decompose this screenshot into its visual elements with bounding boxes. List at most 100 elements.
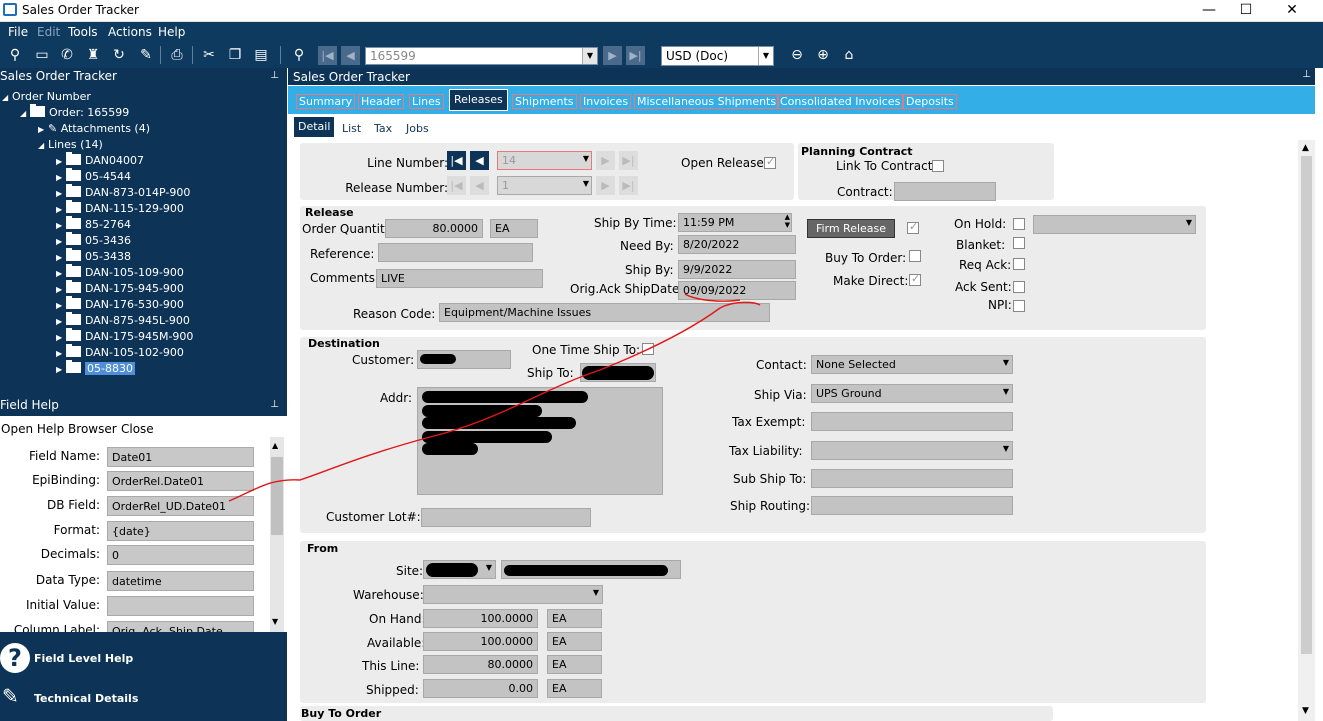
ship-by-field[interactable]: 9/9/2022 xyxy=(678,260,796,279)
menu-actions[interactable]: Actions xyxy=(108,25,152,39)
reference-field[interactable] xyxy=(378,243,533,262)
tree-line-item[interactable]: ▶ DAN-175-945M-900 xyxy=(56,328,193,343)
comments-field[interactable]: LIVE xyxy=(376,269,543,288)
prev-record-button[interactable]: ◀ xyxy=(341,46,360,65)
pin-icon[interactable]: ⊥ xyxy=(270,70,279,81)
subtab-jobs[interactable]: Jobs xyxy=(406,122,429,135)
cut-icon[interactable]: ✂ xyxy=(200,46,218,64)
last-record-button[interactable]: ▶| xyxy=(626,46,645,65)
make-direct-checkbox[interactable] xyxy=(909,272,921,286)
tab-summary[interactable]: Summary xyxy=(296,94,356,109)
available-field[interactable]: 100.0000 xyxy=(423,632,538,651)
tree-order[interactable]: ◢ Order: 165599 xyxy=(20,104,129,119)
next-release-button[interactable]: ▶ xyxy=(596,176,615,195)
close-help-link[interactable]: Close xyxy=(121,422,154,436)
main-scrollbar[interactable]: ▲ ▼ xyxy=(1298,140,1315,721)
clear-icon[interactable]: ✎ xyxy=(137,46,155,64)
ship-via-combo[interactable]: UPS Ground ▼ xyxy=(811,384,1013,403)
on-hand-field[interactable]: 100.0000 xyxy=(423,609,538,628)
subtab-list[interactable]: List xyxy=(342,122,361,135)
req-ack-checkbox[interactable] xyxy=(1013,258,1025,270)
field-help-scrollbar[interactable]: ▲ ▼ xyxy=(270,437,284,632)
copy-icon[interactable]: ❐ xyxy=(226,46,244,64)
tree-line-item[interactable]: ▶ DAN-105-109-900 xyxy=(56,264,184,279)
tab-releases[interactable]: Releases xyxy=(449,89,508,111)
tree-line-item[interactable]: ▶ 05-4544 xyxy=(56,168,131,183)
this-line-field[interactable]: 80.0000 xyxy=(423,655,538,674)
sub-ship-to-field[interactable] xyxy=(811,469,1013,488)
home-icon[interactable]: ⌂ xyxy=(840,46,858,64)
ack-sent-checkbox[interactable] xyxy=(1013,281,1025,293)
menu-tools[interactable]: Tools xyxy=(68,25,98,39)
tree-line-item[interactable]: ▶ DAN-176-530-900 xyxy=(56,296,184,311)
tree-line-item[interactable]: ▶ 05-3438 xyxy=(56,248,131,263)
next-record-button[interactable]: ▶ xyxy=(603,46,622,65)
chevron-down-icon[interactable]: ▼ xyxy=(758,47,773,65)
binoculars-search-icon[interactable]: ⚲ xyxy=(290,46,308,64)
field-level-help-link[interactable]: Field Level Help xyxy=(34,652,133,665)
tab-consolidated-invoices[interactable]: Consolidated Invoices xyxy=(777,94,904,109)
open-help-browser-link[interactable]: Open Help Browser xyxy=(1,422,117,436)
tree-lines[interactable]: ◢ Lines (14) xyxy=(38,138,103,151)
first-release-button[interactable]: |◀ xyxy=(447,176,466,195)
subtab-tax[interactable]: Tax xyxy=(374,122,392,135)
tab-header[interactable]: Header xyxy=(358,94,405,109)
currency-combo[interactable]: USD (Doc) ▼ xyxy=(661,46,774,66)
tree-root[interactable]: ◢ Order Number xyxy=(2,90,91,103)
maximize-button[interactable]: ☐ xyxy=(1223,0,1269,22)
delete-icon[interactable]: ♜ xyxy=(84,46,102,64)
firm-release-checkbox[interactable] xyxy=(907,220,919,234)
ship-routing-field[interactable] xyxy=(811,496,1013,515)
last-line-button[interactable]: ▶| xyxy=(619,151,638,170)
tax-exempt-field[interactable] xyxy=(811,412,1013,431)
one-time-ship-to-checkbox[interactable] xyxy=(642,343,654,355)
technical-details-link[interactable]: Technical Details xyxy=(34,692,138,705)
on-hand-uom[interactable]: EA xyxy=(547,609,602,628)
tree-line-item[interactable]: ▶ DAN-873-014P-900 xyxy=(56,184,190,199)
customer-lot-field[interactable] xyxy=(421,508,591,527)
buy-to-order-checkbox[interactable] xyxy=(909,250,921,262)
prev-line-button[interactable]: ◀ xyxy=(470,151,489,170)
tree-line-item[interactable]: ▶ DAN-105-102-900 xyxy=(56,344,184,359)
order-uom-field[interactable]: EA xyxy=(490,219,538,238)
first-record-button[interactable]: |◀ xyxy=(318,46,337,65)
tree-line-item-selected[interactable]: ▶ 05-8830 xyxy=(56,360,135,375)
menu-edit[interactable]: Edit xyxy=(37,25,60,39)
on-hold-checkbox[interactable] xyxy=(1013,218,1025,230)
tab-lines[interactable]: Lines xyxy=(409,94,444,109)
tax-liability-combo[interactable]: ▼ xyxy=(811,441,1013,460)
order-combo[interactable]: 165599 ▼ xyxy=(365,47,598,65)
refresh-icon[interactable]: ↻ xyxy=(110,46,128,64)
chevron-down-icon[interactable]: ▼ xyxy=(582,48,597,64)
line-number-combo[interactable]: 14 ▼ xyxy=(497,151,592,170)
menu-help[interactable]: Help xyxy=(158,25,185,39)
tree-line-item[interactable]: ▶ DAN-115-129-900 xyxy=(56,200,184,215)
pin-icon[interactable]: ⊥ xyxy=(1302,69,1311,80)
available-uom[interactable]: EA xyxy=(547,632,602,651)
blanket-checkbox[interactable] xyxy=(1013,237,1025,249)
back-icon[interactable]: ⊖ xyxy=(788,46,806,64)
this-line-uom[interactable]: EA xyxy=(547,655,602,674)
need-by-field[interactable]: 8/20/2022 xyxy=(678,235,796,254)
link-contract-checkbox[interactable] xyxy=(932,160,944,172)
print-icon[interactable]: ⎙ xyxy=(168,46,186,64)
tree-line-item[interactable]: ▶ DAN04007 xyxy=(56,152,144,167)
next-line-button[interactable]: ▶ xyxy=(596,151,615,170)
subtab-detail[interactable]: Detail xyxy=(293,116,336,138)
open-release-checkbox[interactable] xyxy=(764,155,776,169)
reason-code-field[interactable]: Equipment/Machine Issues xyxy=(439,303,770,322)
shipped-field[interactable]: 0.00 xyxy=(423,679,538,698)
firm-release-button[interactable]: Firm Release xyxy=(807,219,895,238)
tab-invoices[interactable]: Invoices xyxy=(580,94,632,109)
prev-release-button[interactable]: ◀ xyxy=(470,176,489,195)
shipped-uom[interactable]: EA xyxy=(547,679,602,698)
tree-line-item[interactable]: ▶ DAN-875-945L-900 xyxy=(56,312,190,327)
phone-icon[interactable]: ✆ xyxy=(58,46,76,64)
tree-line-item[interactable]: ▶ 85-2764 xyxy=(56,216,131,231)
warehouse-combo[interactable]: ▼ xyxy=(423,585,603,604)
contract-field[interactable] xyxy=(894,182,996,201)
order-qty-field[interactable]: 80.0000 xyxy=(385,219,483,238)
pin-icon[interactable]: ⊥ xyxy=(270,399,279,410)
last-release-button[interactable]: ▶| xyxy=(619,176,638,195)
on-hold-combo[interactable]: ▼ xyxy=(1033,215,1196,234)
